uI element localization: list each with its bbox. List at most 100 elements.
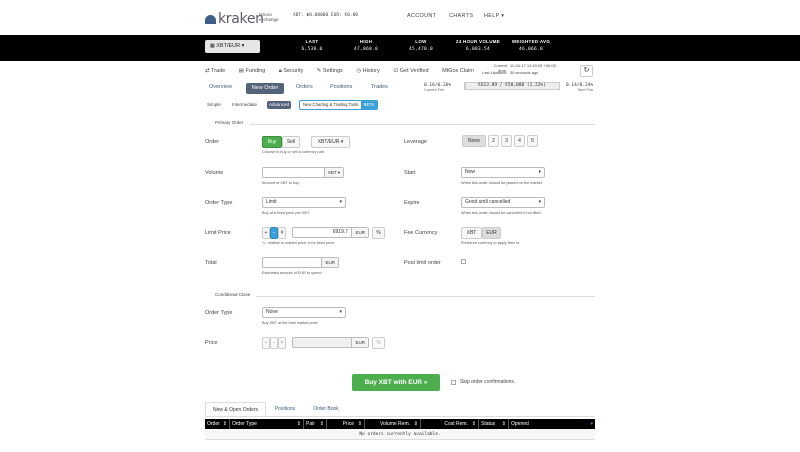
new-charting-tools-link[interactable]: New Charting & Trading Tools BETA (299, 100, 378, 110)
limit-price-help: +/- relative to market price, # for fixe… (262, 241, 336, 245)
plus-button[interactable]: + (262, 227, 270, 239)
mode-simple[interactable]: Simple (207, 102, 221, 107)
limit-price-input[interactable]: 6919.7 EUR (292, 227, 369, 238)
volume-label: Volume (205, 170, 224, 176)
ticker-bar: ▦ XBT/EUR ▾ LAST 6,538.0 HIGH 47,060.0 LOW… (0, 35, 800, 61)
col-status[interactable]: Status ⇕ (479, 419, 509, 429)
tab-positions[interactable]: Positions (330, 84, 352, 90)
account-subnav: ⇄ Trade ▤ Funding 🔒︎ Security ✎ Settings… (205, 68, 480, 75)
col-pair[interactable]: Pair ⇕ (304, 419, 327, 429)
skip-confirm-checkbox[interactable] (451, 380, 456, 385)
leverage-none[interactable]: None (462, 135, 486, 147)
minus-button[interactable]: − (270, 227, 278, 239)
last-updated: 35 seconds ago (510, 70, 539, 75)
limit-price-label: Limit Price (205, 230, 231, 236)
tab-order-book[interactable]: Order Book (306, 402, 346, 416)
conditional-minus-button: − (270, 337, 278, 349)
conditional-close-title: Conditional Close (215, 292, 251, 297)
next-fee: 0.14/0.24% Next Fee (566, 83, 594, 92)
fee-currency-eur[interactable]: EUR (482, 227, 501, 239)
col-order-type[interactable]: Order Type ⇕ (230, 419, 304, 429)
total-help: Estimated amount of EUR to spend. (262, 271, 323, 275)
fixed-price-button[interactable]: # (278, 227, 286, 239)
current-time: 11-04-17 12:49:03 +00:00 (510, 63, 556, 68)
beta-badge: BETA (361, 101, 377, 109)
order-pair-select[interactable]: XBT/EUR ▾ (311, 136, 350, 148)
tab-orders[interactable]: Orders (296, 84, 313, 90)
total-label: Total (205, 260, 217, 266)
fee-currency-label: Fee Currency (404, 230, 438, 236)
volume-unit-select[interactable]: XBT ▾ (323, 168, 343, 177)
ticker-low: LOW 45,470.0 (408, 39, 434, 52)
refresh-icon: ↻ (583, 67, 590, 74)
current-fee: 0.16/0.26% Current Fee (424, 83, 452, 92)
col-opened[interactable]: Opened ▾ (509, 419, 595, 429)
grid-icon: ▦ (210, 43, 215, 49)
fee-currency-help: Preferred currency to apply fees to. (461, 241, 521, 245)
subnav-security[interactable]: 🔒︎ Security (279, 68, 309, 74)
buy-button[interactable]: Buy (262, 136, 282, 148)
leverage-3[interactable]: 3 (501, 135, 512, 147)
start-select[interactable]: Now (461, 167, 545, 178)
order-help: Choose to buy or sell a currency pair. (262, 150, 325, 154)
volume-help: Amount of XBT to buy. (262, 181, 300, 185)
tab-open-orders[interactable]: New & Open Orders (205, 402, 266, 416)
divider (205, 416, 595, 417)
tab-new-order[interactable]: New Order (246, 83, 284, 94)
leverage-4[interactable]: 4 (514, 135, 525, 147)
mode-advanced[interactable]: Advanced (267, 101, 291, 109)
nav-account[interactable]: ACCOUNT (407, 13, 436, 19)
refresh-button[interactable]: ↻ (580, 65, 593, 77)
mode-intermediate[interactable]: Intermediate (232, 102, 257, 107)
post-limit-checkbox[interactable] (461, 259, 466, 264)
expire-select[interactable]: Good until cancelled (461, 197, 545, 208)
conditional-order-type-select[interactable]: None (262, 307, 346, 318)
volume-input[interactable]: XBT ▾ (262, 167, 344, 178)
sell-button[interactable]: Sell (282, 136, 300, 148)
orders-table-header: Order ⇕ Order Type ⇕ Pair ⇕ Price ⇕ Volume R… (205, 419, 595, 429)
start-label: Start (404, 170, 416, 176)
leverage-2[interactable]: 2 (488, 135, 499, 147)
kraken-logo[interactable]: kraken (205, 11, 264, 27)
logo-subtitle: bitcoin exchange (259, 12, 279, 22)
ticker-high: HIGH 47,060.0 (353, 39, 379, 52)
submit-buy-button[interactable]: Buy XBT with EUR » (352, 374, 440, 391)
account-balances: XBT: ฿0.00000 EUR: €0.00 (293, 13, 359, 18)
subnav-settings[interactable]: ✎ Settings (317, 68, 349, 74)
leverage-5[interactable]: 5 (527, 135, 538, 147)
leverage-label: Leverage (404, 139, 427, 145)
start-help: When this order should be placed on the … (461, 181, 543, 185)
subnav-get-verified[interactable]: ☑ Get Verified (393, 68, 434, 74)
order-type-select[interactable]: Limit (262, 197, 346, 208)
subnav-mtgox-claim[interactable]: MtGox Claim (442, 68, 474, 74)
subnav-trade[interactable]: ⇄ Trade (205, 68, 231, 74)
subnav-history[interactable]: ◷ History (356, 68, 385, 74)
ticker-last: LAST 6,538.0 (301, 39, 323, 52)
divider (250, 124, 595, 125)
no-orders-message: No orders currently available. (205, 429, 595, 440)
conditional-plus-button: + (262, 337, 270, 349)
col-volume-rem[interactable]: Volume Rem. ⇕ (365, 419, 421, 429)
tab-trades[interactable]: Trades (371, 84, 388, 90)
fee-volume-progress: €613.89 / €50,000 (1.22%) (464, 82, 560, 90)
conditional-fixed-button: # (278, 337, 286, 349)
tab-bottom-positions[interactable]: Positions (268, 402, 302, 416)
expire-help: When this order should be cancelled if n… (461, 211, 542, 215)
nav-help[interactable]: HELP ▾ (484, 13, 504, 19)
nav-charts[interactable]: CHARTS (449, 13, 473, 19)
pair-selector-button[interactable]: ▦ XBT/EUR ▾ (205, 40, 260, 53)
total-input[interactable]: EUR (262, 257, 339, 268)
col-price[interactable]: Price ⇕ (327, 419, 365, 429)
conditional-price-label: Price (205, 340, 218, 346)
percent-button[interactable]: % (372, 227, 385, 239)
col-cost-rem[interactable]: Cost Rem. ⇕ (421, 419, 479, 429)
col-order[interactable]: Order ⇕ (205, 419, 230, 429)
order-type-help: Buy at a fixed price per XBT. (262, 211, 310, 215)
skip-confirm-label: Skip order confirmations. (460, 379, 516, 385)
ticker-weighted-avg: WEIGHTED AVG 46,066.0 (511, 39, 551, 52)
tab-overview[interactable]: Overview (209, 84, 232, 90)
expire-label: Expire (404, 200, 420, 206)
subnav-funding[interactable]: ▤ Funding (239, 68, 272, 74)
conditional-order-type-help: Buy XBT at the best market price. (262, 321, 319, 325)
fee-currency-xbt[interactable]: XBT (461, 227, 482, 239)
